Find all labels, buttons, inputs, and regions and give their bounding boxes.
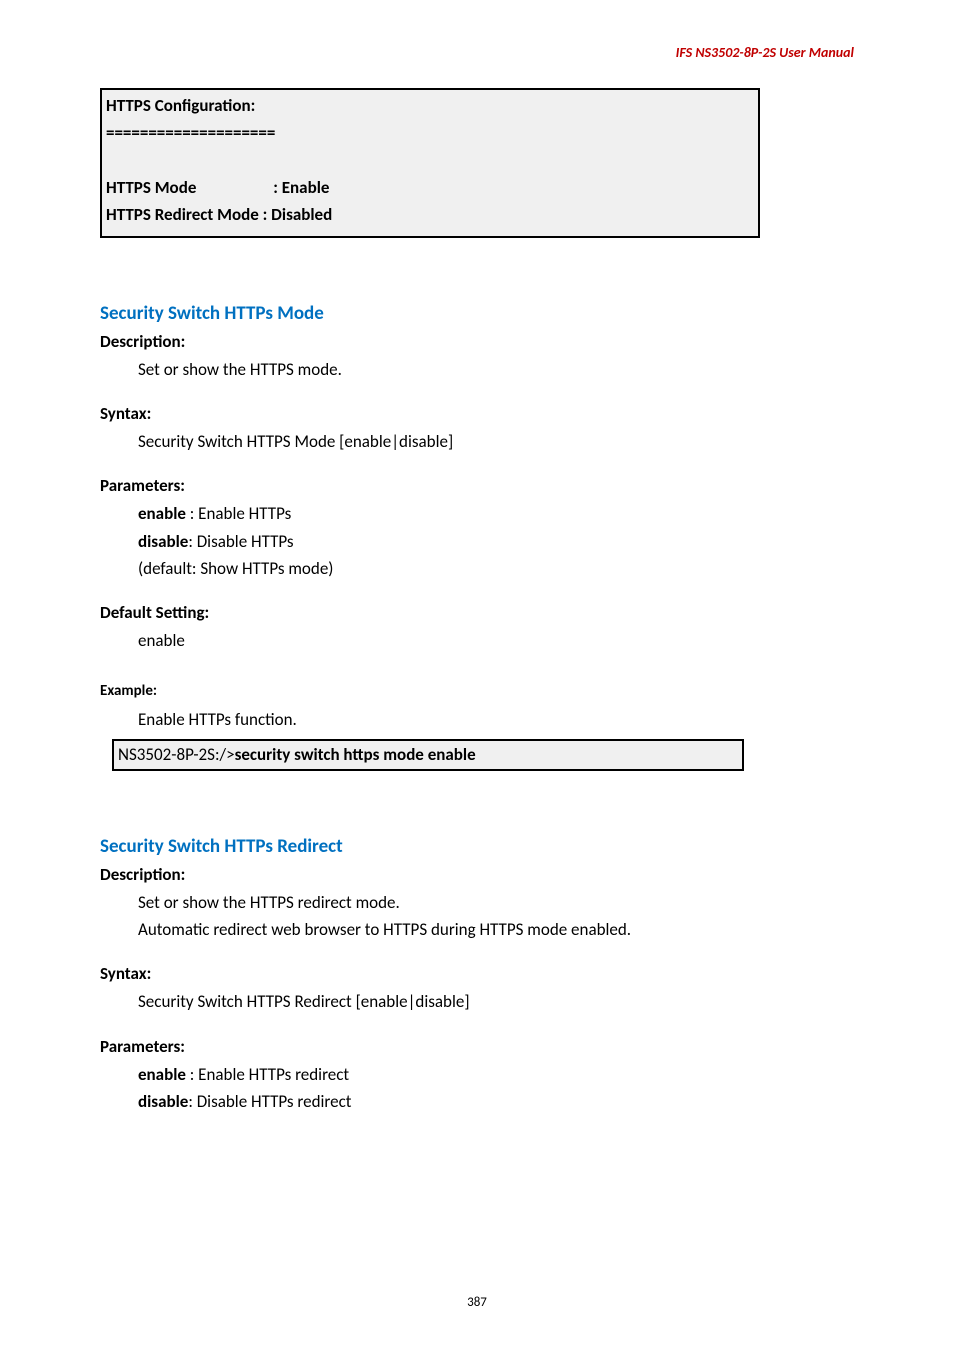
param-disable-key: disable (138, 531, 188, 552)
param-enable: enable : Enable HTTPs redirect (138, 1061, 854, 1088)
syntax-heading: Syntax: (100, 403, 854, 424)
section-https-mode-title: Security Switch HTTPs Mode (100, 302, 854, 325)
parameters-block: enable : Enable HTTPs disable: Disable H… (138, 500, 854, 582)
param-disable: disable: Disable HTTPs (138, 528, 854, 555)
syntax-heading: Syntax: (100, 963, 854, 984)
page-number: 387 (0, 1295, 954, 1310)
param-enable: enable : Enable HTTPs (138, 500, 854, 527)
parameters-heading: Parameters: (100, 1036, 854, 1057)
doc-header: IFS NS3502-8P-2S User Manual (676, 44, 854, 61)
description-text: Set or show the HTTPS mode. (138, 356, 854, 383)
description-heading: Description: (100, 331, 854, 352)
description-heading: Description: (100, 864, 854, 885)
parameters-block: enable : Enable HTTPs redirect disable: … (138, 1061, 854, 1115)
example-prompt: NS3502-8P-2S:/> (118, 744, 235, 765)
example-heading: Example: (100, 682, 854, 700)
syntax-text: Security Switch HTTPS Redirect [enable|d… (138, 988, 854, 1015)
cfg-line-4: HTTPS Mode : Enable (106, 177, 329, 198)
param-enable-text: : Enable HTTPs (186, 503, 291, 524)
default-setting-heading: Default Setting: (100, 602, 854, 623)
param-enable-text: : Enable HTTPs redirect (186, 1064, 349, 1085)
example-text: Enable HTTPs function. (138, 706, 854, 733)
cfg-line-5: HTTPS Redirect Mode : Disabled (106, 204, 332, 225)
page-content: HTTPS Configuration: ===================… (100, 88, 854, 1115)
section-https-redirect-title: Security Switch HTTPs Redirect (100, 835, 854, 858)
cfg-line-2: ==================== (106, 122, 275, 143)
description-text-1: Set or show the HTTPS redirect mode. (138, 889, 854, 916)
param-disable-text: : Disable HTTPs (188, 531, 293, 552)
https-config-box: HTTPS Configuration: ===================… (100, 88, 760, 238)
param-enable-key: enable (138, 1064, 186, 1085)
param-default: (default: Show HTTPs mode) (138, 555, 854, 582)
param-disable-text: : Disable HTTPs redirect (188, 1091, 351, 1112)
description-text-2: Automatic redirect web browser to HTTPS … (138, 916, 854, 943)
example-command: security switch https mode enable (235, 744, 476, 765)
syntax-text: Security Switch HTTPS Mode [enable|disab… (138, 428, 854, 455)
param-disable-key: disable (138, 1091, 188, 1112)
cfg-line-1: HTTPS Configuration: (106, 95, 255, 116)
param-disable: disable: Disable HTTPs redirect (138, 1088, 854, 1115)
parameters-heading: Parameters: (100, 475, 854, 496)
default-setting-text: enable (138, 627, 854, 654)
example-command-box: NS3502-8P-2S:/>security switch https mod… (112, 739, 744, 771)
param-enable-key: enable (138, 503, 186, 524)
